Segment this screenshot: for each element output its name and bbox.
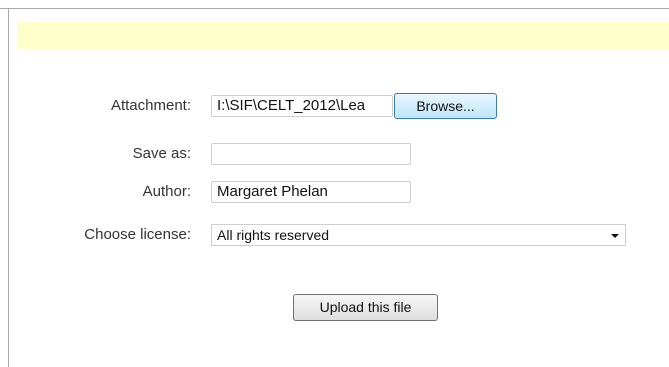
attachment-label: Attachment: [110, 97, 191, 114]
upload-button[interactable]: Upload this file [293, 294, 438, 321]
save-as-label: Save as: [132, 145, 191, 162]
notice-bar [17, 22, 669, 49]
license-label: Choose license: [84, 226, 191, 243]
author-field[interactable]: Margaret Phelan [211, 181, 411, 203]
attachment-path-field[interactable]: I:\SIF\CELT_2012\Lea [211, 95, 393, 117]
author-label: Author: [142, 183, 191, 200]
browse-button[interactable]: Browse... [394, 93, 497, 119]
left-border [8, 8, 9, 367]
chevron-down-icon [611, 234, 619, 238]
upload-dialog: Attachment: I:\SIF\CELT_2012\Lea Browse.… [0, 0, 669, 367]
license-select[interactable]: All rights reserved [211, 224, 626, 246]
save-as-field[interactable] [211, 143, 411, 165]
license-selected-value: All rights reserved [217, 227, 330, 243]
top-border [0, 8, 669, 9]
